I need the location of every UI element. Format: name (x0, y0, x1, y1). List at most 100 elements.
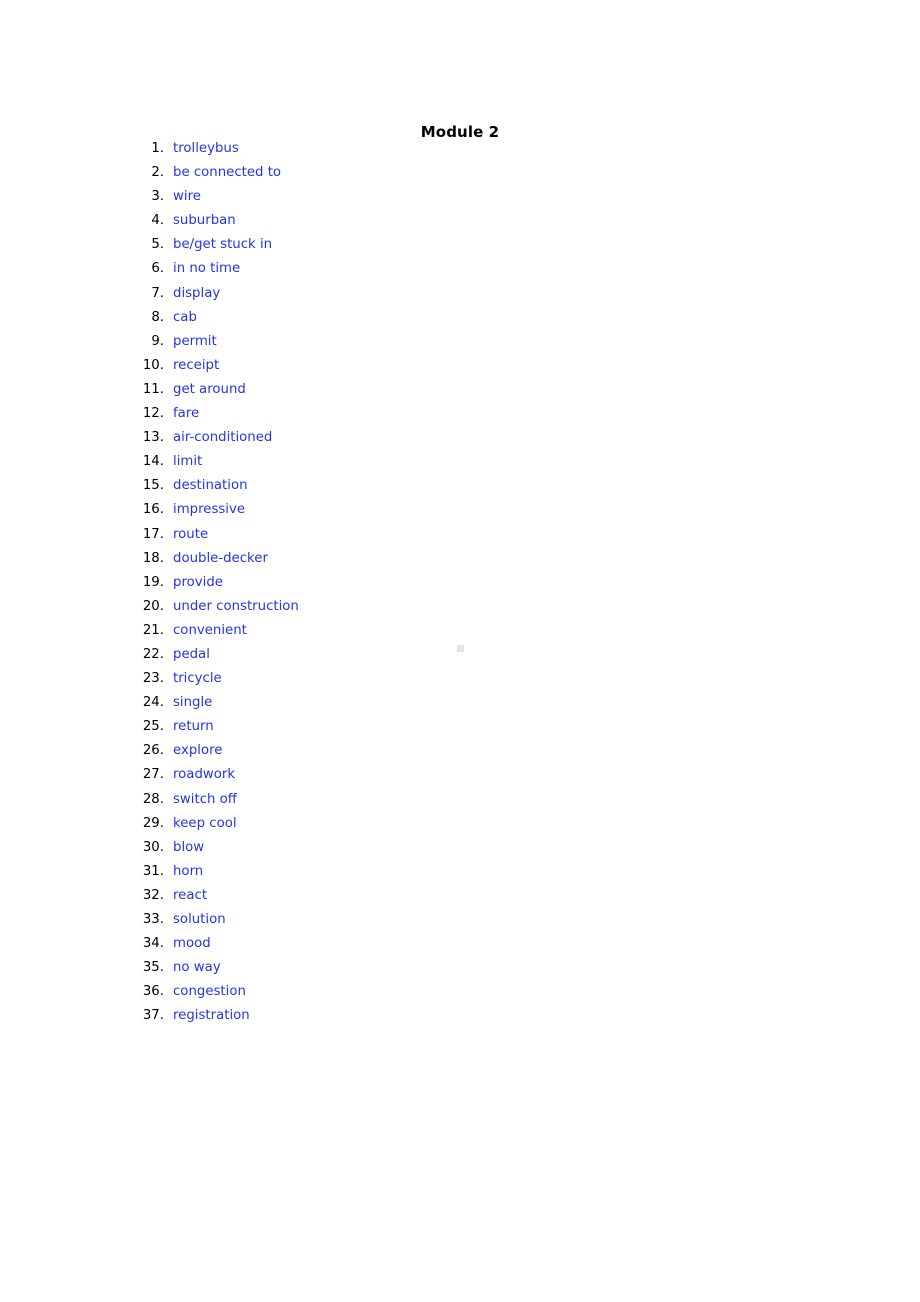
list-item: 21. convenient (0, 619, 920, 643)
list-item-term: permit (173, 333, 217, 349)
list-item-term: react (173, 887, 208, 903)
list-item: 11. get around (0, 378, 920, 402)
list-item: 2. be connected to (0, 161, 920, 185)
list-item: 24. single (0, 691, 920, 715)
list-item-number: 34. (142, 936, 164, 952)
list-item-number: 9. (151, 333, 164, 349)
list-item-term: switch off (173, 791, 237, 807)
list-item-term: destination (173, 478, 248, 494)
list-item-number: 2. (151, 165, 164, 181)
list-item: 19. provide (0, 571, 920, 595)
list-item-term: registration (173, 1008, 250, 1024)
list-item-term: return (173, 719, 214, 735)
list-item-term: double-decker (173, 550, 268, 566)
list-item-term: route (173, 526, 209, 542)
list-item: 18. double-decker (0, 547, 920, 571)
list-item-number: 28. (142, 791, 164, 807)
list-item: 7. display (0, 282, 920, 306)
list-item-term: be connected to (173, 165, 282, 181)
list-item-number: 26. (142, 743, 164, 759)
list-item-term: be/get stuck in (173, 237, 273, 253)
list-item-number: 7. (151, 285, 164, 301)
list-item-term: convenient (173, 622, 247, 638)
list-item-term: display (173, 285, 221, 301)
list-item: 28. switch off (0, 788, 920, 812)
list-item-term: blow (173, 839, 205, 855)
list-item: 33. solution (0, 908, 920, 932)
list-item: 9. permit (0, 330, 920, 354)
list-item-number: 5. (151, 237, 164, 253)
list-item: 1. trolleybus (0, 137, 920, 161)
list-item-term: receipt (173, 357, 220, 373)
list-item-number: 25. (142, 719, 164, 735)
list-item-number: 17. (142, 526, 164, 542)
list-item-number: 13. (142, 430, 164, 446)
list-item: 23. tricycle (0, 667, 920, 691)
list-item-number: 24. (142, 695, 164, 711)
list-item-number: 29. (142, 815, 164, 831)
page-artifact-speck (457, 645, 464, 652)
list-item: 29. keep cool (0, 812, 920, 836)
list-item-term: explore (173, 743, 223, 759)
list-item-number: 15. (142, 478, 164, 494)
list-item: 6. in no time (0, 257, 920, 281)
list-item: 30. blow (0, 836, 920, 860)
list-item-number: 12. (142, 406, 164, 422)
list-item: 15. destination (0, 474, 920, 498)
list-item: 34. mood (0, 932, 920, 956)
list-item-number: 21. (142, 622, 164, 638)
list-item: 12. fare (0, 402, 920, 426)
list-item-term: limit (173, 454, 203, 470)
list-item-number: 11. (142, 381, 164, 397)
list-item-term: in no time (173, 261, 241, 277)
list-item: 26. explore (0, 739, 920, 763)
list-item: 35. no way (0, 956, 920, 980)
list-item-term: congestion (173, 984, 246, 1000)
list-item: 16. impressive (0, 498, 920, 522)
list-item: 31. horn (0, 860, 920, 884)
list-item-number: 23. (142, 671, 164, 687)
list-item-term: keep cool (173, 815, 237, 831)
list-item-number: 33. (142, 912, 164, 927)
list-item-number: 20. (142, 598, 164, 614)
vocabulary-list: 1. trolleybus 2. be connected to 3. wire 4. sub… (0, 137, 920, 1028)
list-item-term: impressive (173, 502, 246, 518)
list-item-term: under construction (173, 598, 299, 614)
list-item-number: 35. (142, 960, 164, 976)
list-item: 27. roadwork (0, 763, 920, 787)
list-item: 3. wire (0, 185, 920, 209)
list-item: 10. receipt (0, 354, 920, 378)
list-item-number: 27. (142, 767, 164, 783)
list-item-number: 10. (142, 357, 164, 373)
list-item-number: 14. (142, 454, 164, 470)
list-item-term: get around (173, 381, 246, 397)
list-item-term: horn (173, 863, 204, 879)
list-item-number: 16. (142, 502, 164, 518)
list-item-term: mood (173, 936, 211, 952)
list-item-term: solution (173, 912, 226, 927)
list-item: 17. route (0, 523, 920, 547)
list-item-term: tricycle (173, 671, 222, 687)
list-item-number: 1. (151, 141, 164, 156)
list-item-number: 18. (142, 550, 164, 566)
list-item-number: 4. (151, 213, 164, 229)
list-item: 20. under construction (0, 595, 920, 619)
list-item-number: 37. (142, 1008, 164, 1024)
list-item-term: pedal (173, 646, 210, 662)
list-item: 8. cab (0, 306, 920, 330)
list-item-number: 32. (142, 887, 164, 903)
list-item-term: cab (173, 309, 197, 325)
list-item-term: roadwork (173, 767, 236, 783)
list-item-number: 3. (151, 189, 164, 205)
list-item-number: 6. (151, 261, 164, 277)
list-item-term: single (173, 695, 213, 711)
list-item-term: suburban (173, 213, 236, 229)
list-item: 13. air-conditioned (0, 426, 920, 450)
list-item-number: 22. (142, 646, 164, 662)
list-item: 37. registration (0, 1004, 920, 1028)
list-item-number: 19. (142, 574, 164, 590)
list-item: 25. return (0, 715, 920, 739)
list-item: 36. congestion (0, 980, 920, 1004)
list-item-number: 30. (142, 839, 164, 855)
list-item-term: no way (173, 960, 221, 976)
